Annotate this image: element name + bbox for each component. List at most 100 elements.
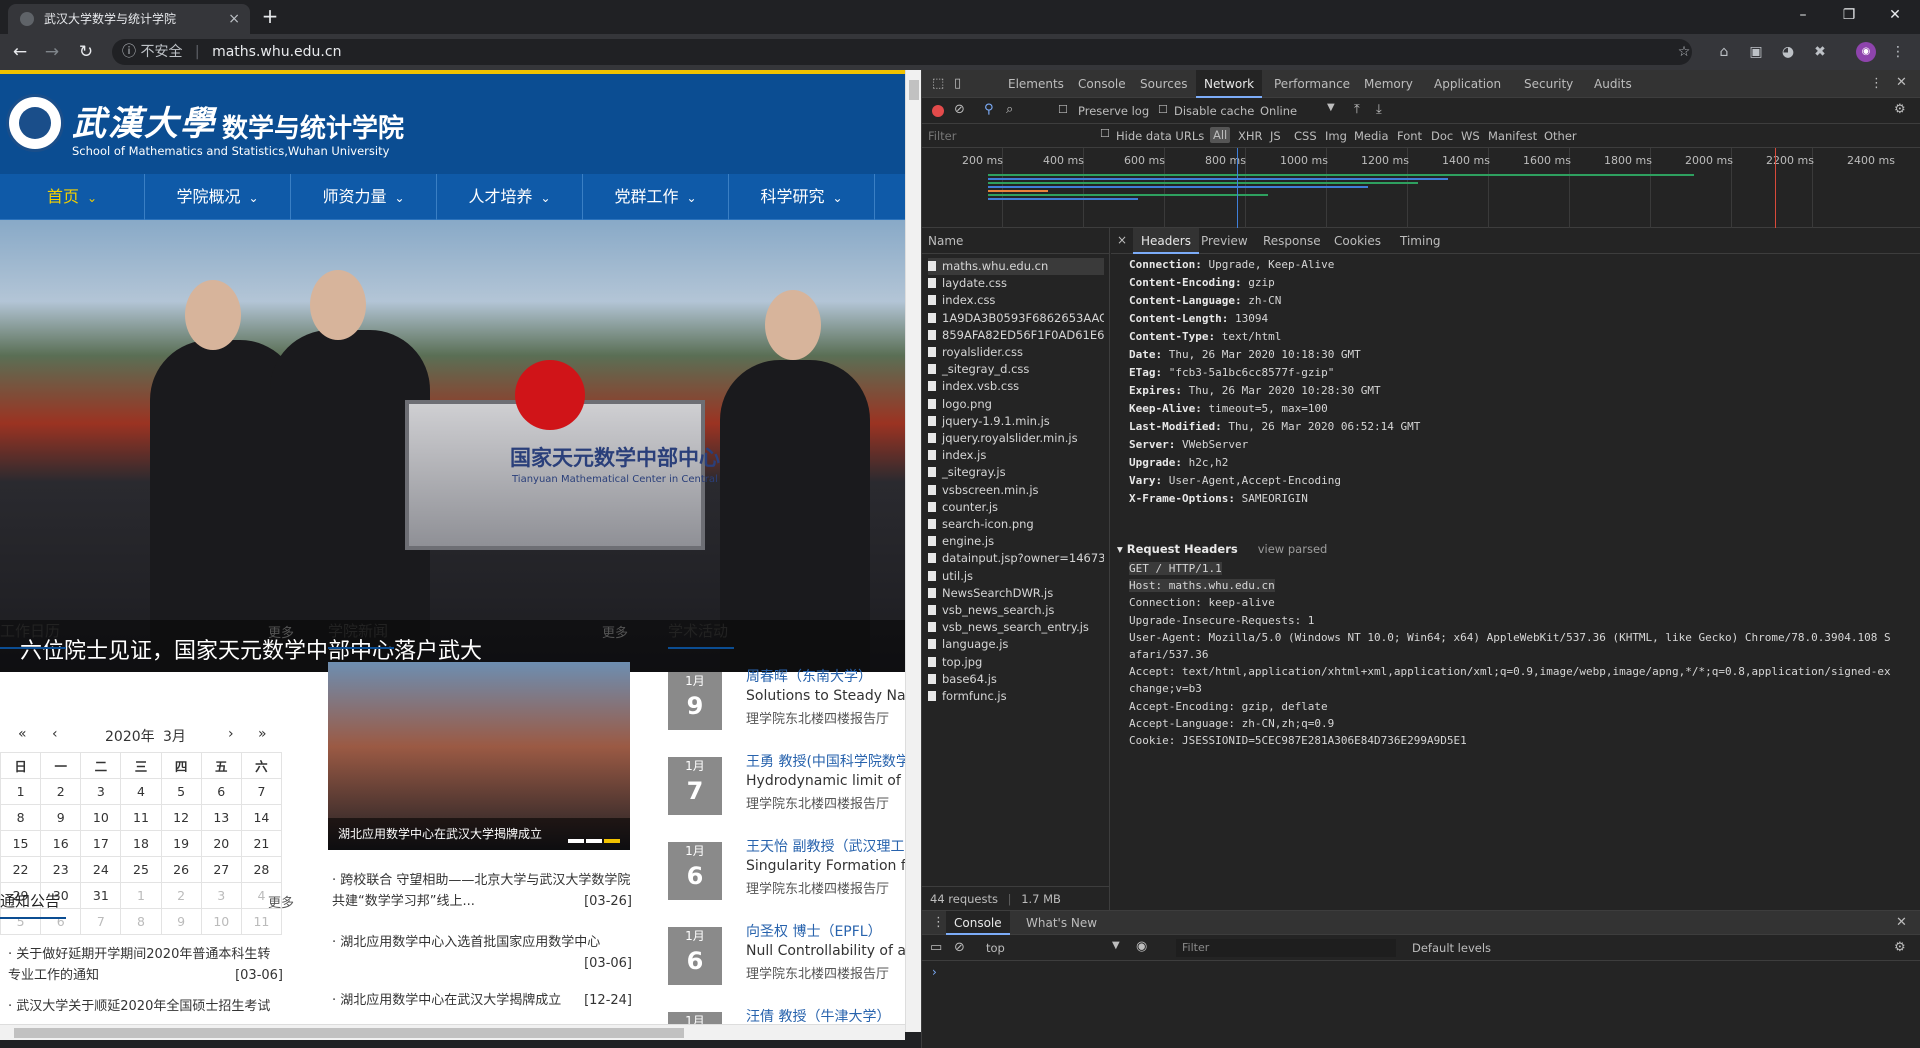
university-seal-icon[interactable] [6, 94, 64, 152]
drawer-menu-icon[interactable]: ⋮ [932, 915, 945, 930]
request-row[interactable]: 1A9DA3B0593F6862653AAC6B [928, 310, 1104, 327]
type-filter-media[interactable]: Media [1354, 129, 1389, 143]
tab-preview[interactable]: Preview [1201, 228, 1248, 254]
calendar-first-button[interactable]: « [18, 726, 27, 742]
nav-about[interactable]: 学院概况 ⌄ [145, 174, 291, 220]
calendar-day[interactable]: 19 [160, 830, 202, 857]
back-button[interactable]: ← [8, 40, 32, 64]
type-filter-font[interactable]: Font [1397, 129, 1422, 143]
type-filter-other[interactable]: Other [1544, 129, 1577, 143]
browser-tab[interactable]: 武汉大学数学与统计学院 × [8, 4, 250, 34]
clear-icon[interactable]: ⊘ [954, 102, 965, 117]
request-row[interactable]: maths.whu.edu.cn [928, 258, 1104, 275]
request-row[interactable]: _sitegray.js [928, 464, 1104, 481]
event-speaker[interactable]: 汪倩 教授（牛津大学） [746, 1006, 890, 1026]
default-levels-select[interactable]: Default levels [1412, 941, 1491, 955]
request-row[interactable]: index.vsb.css [928, 378, 1104, 395]
calendar-day[interactable]: 26 [160, 856, 202, 883]
event-title[interactable]: Hydrodynamic limit of t [746, 773, 905, 789]
request-row[interactable]: vsb_news_search.js [928, 602, 1104, 619]
request-row[interactable]: engine.js [928, 533, 1104, 550]
tab-headers[interactable]: Headers [1133, 228, 1199, 254]
request-row[interactable]: index.css [928, 292, 1104, 309]
scrollbar-thumb[interactable] [909, 80, 919, 100]
type-filter-css[interactable]: CSS [1294, 129, 1317, 143]
request-row[interactable]: vsbscreen.min.js [928, 482, 1104, 499]
calendar-month[interactable]: 3月 [163, 726, 186, 746]
request-row[interactable]: search-icon.png [928, 516, 1104, 533]
nav-party[interactable]: 党群工作 ⌄ [583, 174, 729, 220]
banner-caption[interactable]: 六位院士见证，国家天元数学中部中心落户武大 [20, 633, 482, 665]
tab-cookies[interactable]: Cookies [1334, 228, 1381, 254]
calendar-day[interactable]: 24 [80, 856, 122, 883]
hero-banner[interactable]: 国家天元数学中部中心 Tianyuan Mathematical Center … [0, 220, 905, 672]
calendar-day[interactable]: 8 [120, 908, 162, 935]
request-row[interactable]: counter.js [928, 499, 1104, 516]
request-row[interactable]: logo.png [928, 396, 1104, 413]
calendar-prev-button[interactable]: ‹ [52, 726, 58, 742]
calendar-day[interactable]: 23 [40, 856, 82, 883]
bookmark-star-icon[interactable]: ☆ [1674, 42, 1694, 62]
type-filter-manifest[interactable]: Manifest [1488, 129, 1537, 143]
calendar-day[interactable]: 8 [0, 804, 42, 831]
request-row[interactable]: language.js [928, 636, 1104, 653]
academic-event[interactable]: 1月 6 王天怡 副教授（武汉理工 Singularity Formation f… [668, 836, 905, 908]
tab-elements[interactable]: Elements [1002, 70, 1070, 98]
calendar-day[interactable]: 6 [200, 778, 242, 805]
calendar-day[interactable]: 1 [120, 882, 162, 909]
notice-item[interactable]: · 关于做好延期开学期间2020年普通本科生转专业工作的通知 [03-06] [8, 944, 283, 986]
event-title[interactable]: Null Controllability of a [746, 943, 905, 959]
calendar-more-link[interactable]: 更多 [268, 622, 294, 641]
calendar-day[interactable]: 21 [240, 830, 283, 857]
event-speaker[interactable]: 周春晖（东南大学） [746, 666, 872, 686]
slide-dots[interactable] [566, 832, 622, 843]
calendar-day[interactable]: 18 [120, 830, 162, 857]
console-settings-gear-icon[interactable]: ⚙ [1894, 940, 1906, 955]
nav-research[interactable]: 科学研究 ⌄ [729, 174, 875, 220]
calendar-day[interactable]: 7 [80, 908, 122, 935]
chevron-down-icon[interactable]: ▼ [1112, 940, 1120, 951]
name-column-header[interactable]: Name [922, 228, 1110, 254]
detail-close-icon[interactable]: × [1117, 233, 1127, 247]
tab-sources[interactable]: Sources [1134, 70, 1193, 98]
request-row[interactable]: jquery.royalslider.min.js [928, 430, 1104, 447]
scrollbar-thumb[interactable] [14, 1028, 684, 1038]
forward-button[interactable]: → [40, 40, 64, 64]
console-prompt[interactable]: › [932, 965, 937, 979]
calendar-day[interactable]: 10 [200, 908, 242, 935]
calendar-day[interactable]: 10 [80, 804, 122, 831]
event-speaker[interactable]: 向圣权 博士（EPFL） [746, 921, 882, 941]
throttle-select[interactable]: Online [1260, 104, 1297, 118]
live-expression-eye-icon[interactable]: ◉ [1136, 939, 1147, 954]
request-row[interactable]: datainput.jsp?owner=1467377. [928, 550, 1104, 567]
request-row[interactable]: formfunc.js [928, 688, 1104, 705]
request-row[interactable]: _sitegray_d.css [928, 361, 1104, 378]
profile-avatar[interactable]: ◉ [1856, 42, 1876, 62]
console-context-select[interactable]: top [986, 941, 1005, 955]
type-filter-js[interactable]: JS [1270, 129, 1281, 143]
console-sidebar-icon[interactable]: ▭ [930, 940, 942, 955]
request-row[interactable]: index.js [928, 447, 1104, 464]
filter-icon[interactable]: ⚲ [984, 102, 994, 117]
calendar-day[interactable]: 3 [80, 778, 122, 805]
console-clear-icon[interactable]: ⊘ [954, 940, 965, 955]
calendar-next-button[interactable]: › [228, 726, 234, 742]
type-filter-doc[interactable]: Doc [1431, 129, 1453, 143]
tab-audits[interactable]: Audits [1588, 70, 1638, 98]
request-headers-section[interactable]: ▾ Request Headers view parsed [1117, 542, 1327, 556]
request-row[interactable]: royalslider.css [928, 344, 1104, 361]
type-filter-xhr[interactable]: XHR [1238, 129, 1263, 143]
calendar-day[interactable]: 16 [40, 830, 82, 857]
tab-network[interactable]: Network [1196, 70, 1263, 98]
export-har-icon[interactable]: ⤓ [1376, 102, 1382, 117]
tab-timing[interactable]: Timing [1400, 228, 1441, 254]
academic-event[interactable]: 1月 9 周春晖（东南大学） Solutions to Steady Nav 理学… [668, 666, 905, 738]
news-item[interactable]: · 湖北应用数学中心入选首批国家应用数学中心 [03-06] [332, 932, 632, 974]
calendar-day[interactable]: 14 [240, 804, 283, 831]
calendar-day[interactable]: 15 [0, 830, 42, 857]
tab-application[interactable]: Application [1428, 70, 1507, 98]
settings-gear-icon[interactable]: ⚙ [1894, 102, 1906, 117]
devtools-menu-icon[interactable]: ⋮ [1870, 76, 1883, 91]
event-speaker[interactable]: 王勇 教授(中国科学院数学 [746, 751, 905, 771]
calendar-day[interactable]: 31 [80, 882, 122, 909]
